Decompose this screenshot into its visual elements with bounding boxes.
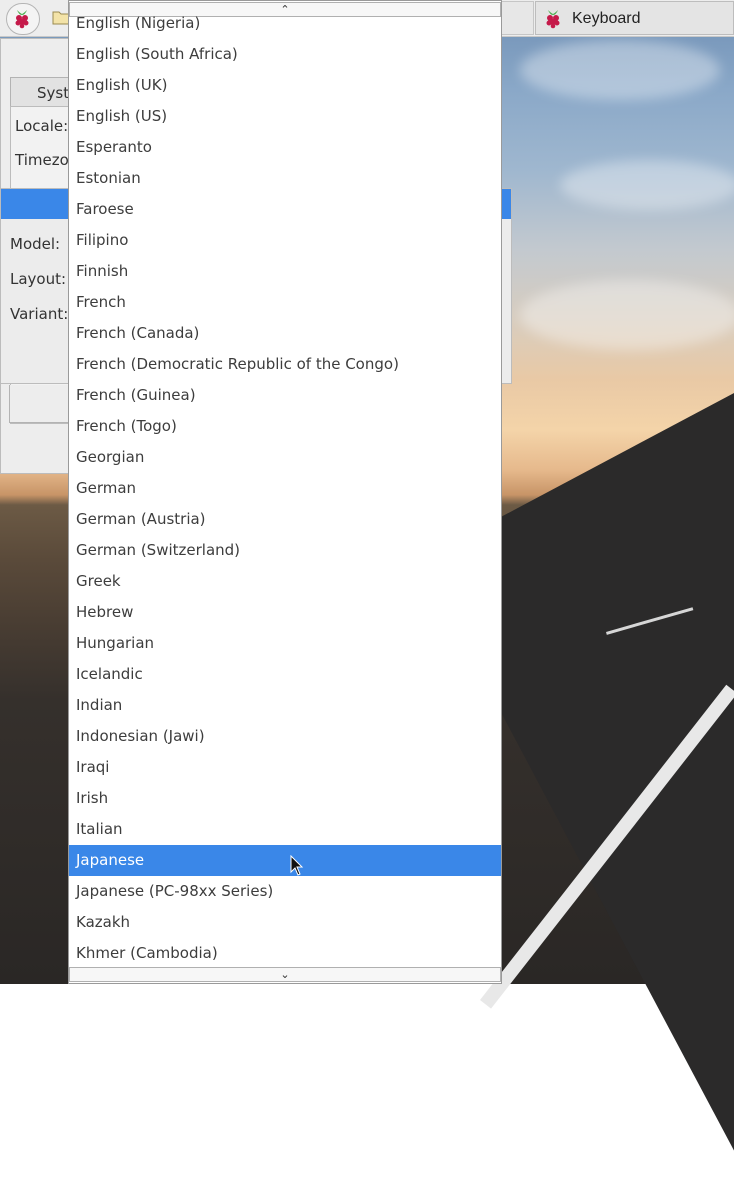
cloud <box>560 160 734 210</box>
dropdown-item[interactable]: English (South Africa) <box>69 39 501 70</box>
dropdown-item[interactable]: English (US) <box>69 101 501 132</box>
dropdown-item[interactable]: Iraqi <box>69 752 501 783</box>
taskbar-app-label: Keyboard <box>572 10 641 27</box>
dropdown-item[interactable]: Faroese <box>69 194 501 225</box>
dropdown-item[interactable]: Japanese <box>69 845 501 876</box>
cloud <box>520 280 734 350</box>
mouse-cursor-icon <box>290 855 304 876</box>
locale-label: Locale: <box>15 117 69 135</box>
dropdown-item[interactable]: French <box>69 287 501 318</box>
scroll-down-arrow[interactable]: ⌄ <box>69 967 501 982</box>
dropdown-item[interactable]: Finnish <box>69 256 501 287</box>
chevron-down-icon: ⌄ <box>280 968 290 981</box>
menu-button[interactable] <box>6 3 40 35</box>
dropdown-item[interactable]: French (Canada) <box>69 318 501 349</box>
layout-dropdown-list[interactable]: ⌃ English (Nigeria) English (South Africa… <box>68 0 502 984</box>
dropdown-item[interactable]: English (Nigeria) <box>69 8 501 39</box>
dropdown-item[interactable]: French (Guinea) <box>69 380 501 411</box>
dropdown-item[interactable]: French (Democratic Republic of the Congo… <box>69 349 501 380</box>
model-label: Model: <box>10 235 61 253</box>
dropdown-item[interactable]: Filipino <box>69 225 501 256</box>
dropdown-item[interactable]: German (Austria) <box>69 504 501 535</box>
dropdown-item[interactable]: Hebrew <box>69 597 501 628</box>
dropdown-item[interactable]: Khmer (Cambodia) <box>69 938 501 969</box>
dropdown-item[interactable]: Irish <box>69 783 501 814</box>
dropdown-item[interactable]: Italian <box>69 814 501 845</box>
dropdown-item[interactable]: Kazakh <box>69 907 501 938</box>
dropdown-item[interactable]: Georgian <box>69 442 501 473</box>
taskbar-keyboard-app[interactable]: Keyboard <box>535 1 734 35</box>
dropdown-item[interactable]: Greek <box>69 566 501 597</box>
tab-label: Syst <box>37 84 70 102</box>
taskbar-slot[interactable] <box>500 1 534 35</box>
timezone-label: Timezo <box>15 151 69 169</box>
dropdown-item[interactable]: Indonesian (Jawi) <box>69 721 501 752</box>
dropdown-item[interactable]: Esperanto <box>69 132 501 163</box>
dropdown-item[interactable]: Hungarian <box>69 628 501 659</box>
variant-label: Variant: <box>10 305 69 323</box>
dropdown-item[interactable]: German <box>69 473 501 504</box>
dropdown-item[interactable]: Icelandic <box>69 659 501 690</box>
raspberry-menu-icon <box>15 10 29 29</box>
raspberry-app-icon <box>546 10 560 29</box>
dropdown-item[interactable]: Japanese (PC-98xx Series) <box>69 876 501 907</box>
dropdown-item[interactable]: Estonian <box>69 163 501 194</box>
dropdown-item[interactable]: French (Togo) <box>69 411 501 442</box>
dropdown-item[interactable]: German (Switzerland) <box>69 535 501 566</box>
dropdown-item[interactable]: English (UK) <box>69 70 501 101</box>
cloud <box>520 40 720 100</box>
dropdown-item[interactable]: Indian <box>69 690 501 721</box>
layout-label: Layout: <box>10 270 67 288</box>
